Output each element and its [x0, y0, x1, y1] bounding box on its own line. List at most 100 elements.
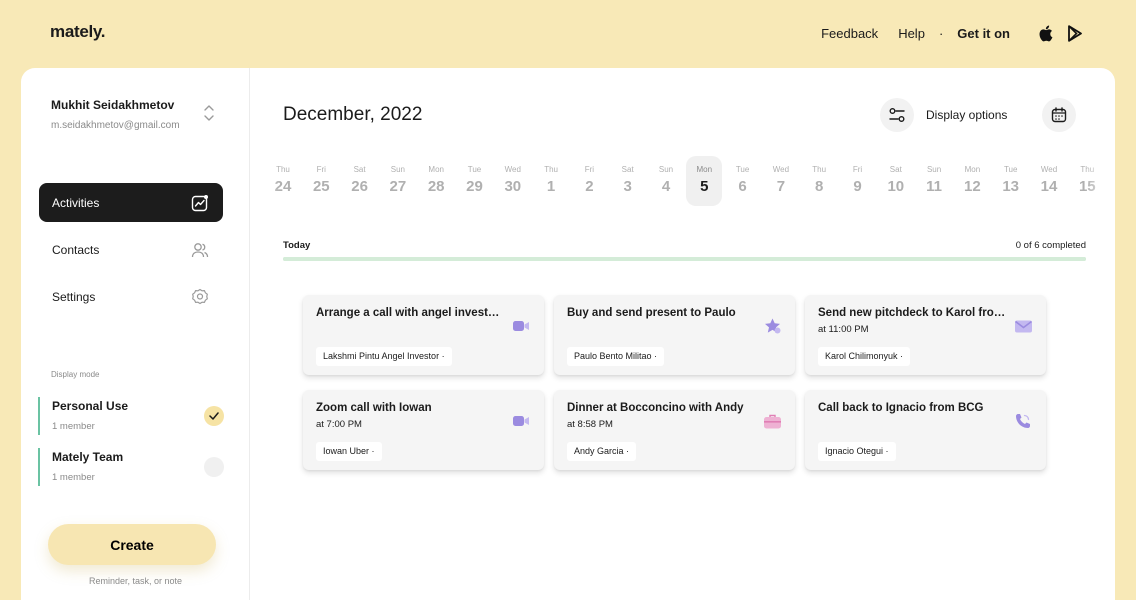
day-2[interactable]: Fri 2 [571, 156, 607, 206]
activity-card[interactable]: Call back to Ignacio from BCG Ignacio Ot… [805, 390, 1046, 470]
month-title: December, 2022 [283, 104, 423, 125]
activity-title: Dinner at Bocconcino with Andy [567, 402, 744, 414]
day-number: 24 [274, 178, 292, 195]
main-panel: Mukhit Seidakhmetov m.seidakhmetov@gmail… [21, 68, 1115, 600]
top-nav: Feedback Help · Get it on [821, 23, 1086, 43]
day-7[interactable]: Wed 7 [763, 156, 799, 206]
day-name: Sat [353, 165, 366, 174]
day-name: Mon [696, 165, 713, 174]
day-27[interactable]: Sun 27 [380, 156, 416, 206]
video-camera-icon [512, 317, 530, 335]
calendar-icon[interactable] [1042, 98, 1076, 132]
day-number: 30 [504, 178, 522, 195]
apple-icon[interactable] [1034, 23, 1056, 43]
day-name: Sun [390, 165, 405, 174]
day-name: Wed [1040, 165, 1058, 174]
activity-card[interactable]: Send new pitchdeck to Karol from ... at … [805, 295, 1046, 375]
day-number: 5 [700, 178, 709, 195]
contact-tag[interactable]: Ignacio Otegui · [818, 442, 896, 461]
activity-card[interactable]: Arrange a call with angel investor -... … [303, 295, 544, 375]
activity-card[interactable]: Dinner at Bocconcino with Andy at 8:58 P… [554, 390, 795, 470]
top-bar: mately. Feedback Help · Get it on [0, 0, 1136, 64]
day-number: 6 [738, 178, 747, 195]
day-4[interactable]: Sun 4 [648, 156, 684, 206]
nav-separator: · [938, 25, 944, 41]
day-name: Mon [428, 165, 444, 174]
day-3[interactable]: Sat 3 [610, 156, 646, 206]
day-15[interactable]: Thu 15 [1069, 156, 1105, 206]
user-name: Mukhit Seidakhmetov [51, 98, 175, 112]
day-13[interactable]: Tue 13 [993, 156, 1029, 206]
day-name: Sat [621, 165, 634, 174]
activity-card[interactable]: Buy and send present to Paulo Paulo Bent… [554, 295, 795, 375]
feedback-link[interactable]: Feedback [821, 26, 878, 41]
create-hint: Reminder, task, or note [88, 576, 183, 586]
display-options-icon[interactable] [880, 98, 914, 132]
create-button[interactable]: Create [48, 524, 216, 565]
day-14[interactable]: Wed 14 [1031, 156, 1067, 206]
sidebar-item-label: Activities [52, 195, 100, 210]
day-number: 9 [853, 178, 862, 195]
sidebar-item-settings[interactable]: Settings [39, 277, 223, 316]
contact-tag[interactable]: Iowan Uber · [316, 442, 382, 461]
contact-tag[interactable]: Paulo Bento Militao · [567, 347, 665, 366]
day-30[interactable]: Wed 30 [495, 156, 531, 206]
activity-title: Buy and send present to Paulo [567, 307, 736, 319]
day-number: 27 [389, 178, 407, 195]
day-name: Fri [584, 165, 595, 174]
day-number: 11 [926, 178, 943, 195]
gear-icon [190, 287, 210, 307]
sidebar-item-contacts[interactable]: Contacts [39, 230, 223, 269]
day-number: 12 [964, 178, 981, 195]
day-number: 2 [585, 178, 594, 195]
activity-title: Zoom call with Iowan [316, 402, 432, 414]
video-camera-icon [512, 412, 530, 430]
google-play-icon[interactable] [1064, 23, 1086, 43]
day-28[interactable]: Mon 28 [418, 156, 454, 206]
day-12[interactable]: Mon 12 [954, 156, 990, 206]
day-10[interactable]: Sat 10 [878, 156, 914, 206]
mode-member-count: 1 member [52, 472, 95, 483]
day-number: 10 [887, 178, 905, 195]
day-9[interactable]: Fri 9 [840, 156, 876, 206]
user-profile[interactable]: Mukhit Seidakhmetov m.seidakhmetov@gmail… [51, 98, 180, 131]
day-name: Sun [658, 165, 674, 174]
progress-fill [283, 257, 1086, 261]
day-number: 26 [351, 178, 368, 195]
mode-mately-team[interactable]: Mately Team 1 member [38, 448, 224, 486]
content-area: December, 2022 Display options Thu 24 Fri 2… [250, 68, 1115, 600]
sidebar-nav: Activities Contacts Settings [39, 183, 223, 324]
contact-tag[interactable]: Andy Garcia · [567, 442, 637, 461]
contact-tag[interactable]: Karol Chilimonyuk · [818, 347, 911, 366]
today-label: Today [283, 240, 311, 251]
activity-time: at 7:00 PM [316, 419, 362, 430]
day-number: 28 [427, 178, 445, 195]
display-options-button[interactable]: Display options [926, 108, 1007, 122]
day-25[interactable]: Fri 25 [303, 156, 339, 206]
day-name: Mon [964, 165, 981, 174]
day-1[interactable]: Thu 1 [533, 156, 569, 206]
activity-title: Call back to Ignacio from BCG [818, 402, 984, 414]
day-16[interactable]: Fri 16 [1108, 156, 1115, 206]
mode-name: Personal Use [52, 399, 129, 413]
help-link[interactable]: Help [898, 26, 925, 41]
activity-card[interactable]: Zoom call with Iowan at 7:00 PM Iowan Ub… [303, 390, 544, 470]
day-strip: Thu 24 Fri 25 Sat 26 Sun 27 Mon 28 Tue 29 Wed 30 Thu 1 F… [250, 156, 1115, 208]
phone-icon [1014, 412, 1032, 430]
day-11[interactable]: Sun 11 [916, 156, 952, 206]
day-29[interactable]: Tue 29 [457, 156, 493, 206]
day-number: 3 [623, 178, 632, 195]
completed-count: 0 of 6 completed [1015, 240, 1086, 251]
sidebar-item-activities[interactable]: Activities [39, 183, 223, 222]
day-26[interactable]: Sat 26 [342, 156, 378, 206]
day-24[interactable]: Thu 24 [265, 156, 301, 206]
day-number: 25 [312, 178, 330, 195]
app-logo[interactable]: mately. [50, 22, 106, 42]
account-switch-icon[interactable] [203, 104, 215, 122]
day-5[interactable]: Mon 5 [686, 156, 723, 206]
day-name: Sun [926, 165, 942, 174]
day-8[interactable]: Thu 8 [801, 156, 837, 206]
mode-personal-use[interactable]: Personal Use 1 member [38, 397, 224, 435]
day-6[interactable]: Tue 6 [725, 156, 761, 206]
contact-tag[interactable]: Lakshmi Pintu Angel Investor · [316, 347, 452, 366]
